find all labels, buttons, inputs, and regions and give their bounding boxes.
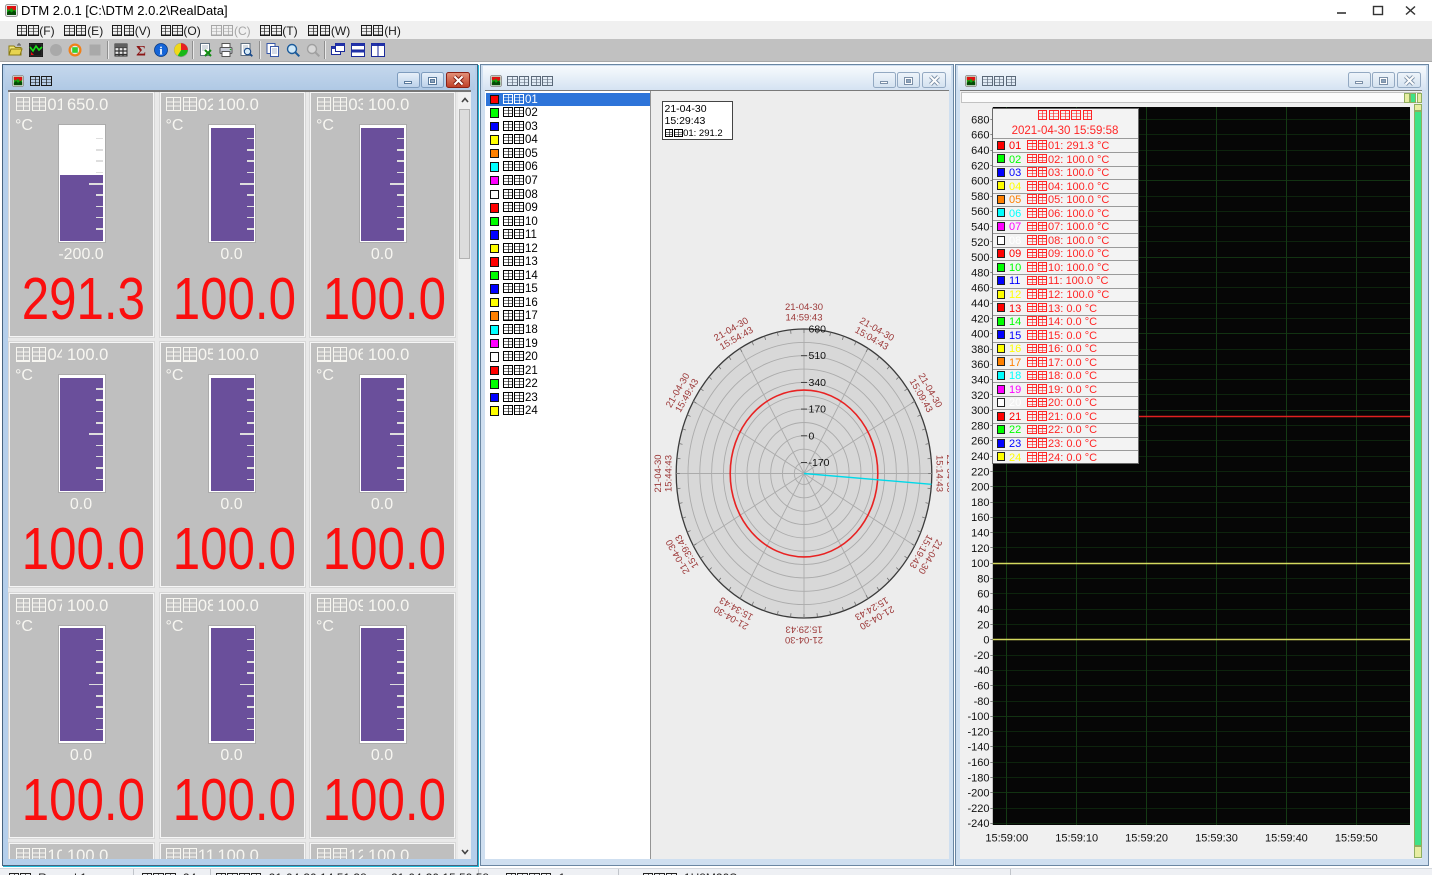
svg-text:-100: -100 <box>967 711 989 723</box>
svg-text:-220: -220 <box>967 803 989 815</box>
svg-text:Σ: Σ <box>136 44 146 59</box>
svg-text:-160: -160 <box>967 757 989 769</box>
svg-text:200: 200 <box>971 482 989 494</box>
svg-text:320: 320 <box>971 390 989 402</box>
svg-text:170: 170 <box>809 404 827 416</box>
svg-text:15:59:00: 15:59:00 <box>985 833 1028 845</box>
svg-text:15:59:20: 15:59:20 <box>1125 833 1168 845</box>
svg-text:40: 40 <box>977 604 989 616</box>
svg-text:520: 520 <box>971 237 989 249</box>
svg-text:660: 660 <box>971 130 989 142</box>
svg-text:-200: -200 <box>967 788 989 800</box>
svg-text:680: 680 <box>971 114 989 126</box>
svg-text:220: 220 <box>971 466 989 478</box>
svg-text:160: 160 <box>971 512 989 524</box>
svg-text:-170: -170 <box>809 457 830 469</box>
svg-text:80: 80 <box>977 573 989 585</box>
svg-text:680: 680 <box>809 324 827 336</box>
svg-text:15:59:40: 15:59:40 <box>1265 833 1308 845</box>
svg-text:340: 340 <box>971 375 989 387</box>
svg-text:120: 120 <box>971 543 989 555</box>
svg-text:420: 420 <box>971 313 989 325</box>
svg-text:460: 460 <box>971 283 989 295</box>
svg-text:510: 510 <box>809 350 827 362</box>
svg-text:500: 500 <box>971 252 989 264</box>
svg-text:480: 480 <box>971 267 989 279</box>
svg-text:-40: -40 <box>974 665 990 677</box>
svg-text:-120: -120 <box>967 726 989 738</box>
svg-text:-140: -140 <box>967 742 989 754</box>
svg-text:15:59:10: 15:59:10 <box>1055 833 1098 845</box>
svg-text:0: 0 <box>983 635 989 647</box>
svg-text:560: 560 <box>971 206 989 218</box>
svg-text:0: 0 <box>809 430 815 442</box>
svg-text:300: 300 <box>971 405 989 417</box>
svg-text:540: 540 <box>971 222 989 234</box>
svg-text:21-04-3014:59:43: 21-04-3014:59:43 <box>785 302 823 324</box>
svg-text:260: 260 <box>971 436 989 448</box>
svg-text:620: 620 <box>971 160 989 172</box>
svg-text:15:59:30: 15:59:30 <box>1195 833 1238 845</box>
svg-text:21-04-3015:29:43: 21-04-3015:29:43 <box>785 624 823 646</box>
svg-text:-240: -240 <box>967 818 989 830</box>
svg-text:20: 20 <box>977 619 989 631</box>
svg-text:580: 580 <box>971 191 989 203</box>
svg-text:440: 440 <box>971 298 989 310</box>
svg-text:280: 280 <box>971 420 989 432</box>
svg-text:15:59:50: 15:59:50 <box>1335 833 1378 845</box>
svg-text:-60: -60 <box>974 681 990 693</box>
svg-text:600: 600 <box>971 176 989 188</box>
svg-text:100: 100 <box>971 558 989 570</box>
svg-text:640: 640 <box>971 145 989 157</box>
svg-text:21-04-3015:44:43: 21-04-3015:44:43 <box>653 454 675 492</box>
svg-text:400: 400 <box>971 329 989 341</box>
svg-text:-20: -20 <box>974 650 990 662</box>
svg-text:180: 180 <box>971 497 989 509</box>
svg-text:140: 140 <box>971 528 989 540</box>
svg-text:340: 340 <box>809 377 827 389</box>
svg-text:21-04-3015:14:43: 21-04-3015:14:43 <box>933 454 949 492</box>
svg-text:360: 360 <box>971 359 989 371</box>
svg-text:60: 60 <box>977 589 989 601</box>
svg-text:240: 240 <box>971 451 989 463</box>
svg-text:380: 380 <box>971 344 989 356</box>
svg-text:-80: -80 <box>974 696 990 708</box>
svg-text:-180: -180 <box>967 772 989 784</box>
